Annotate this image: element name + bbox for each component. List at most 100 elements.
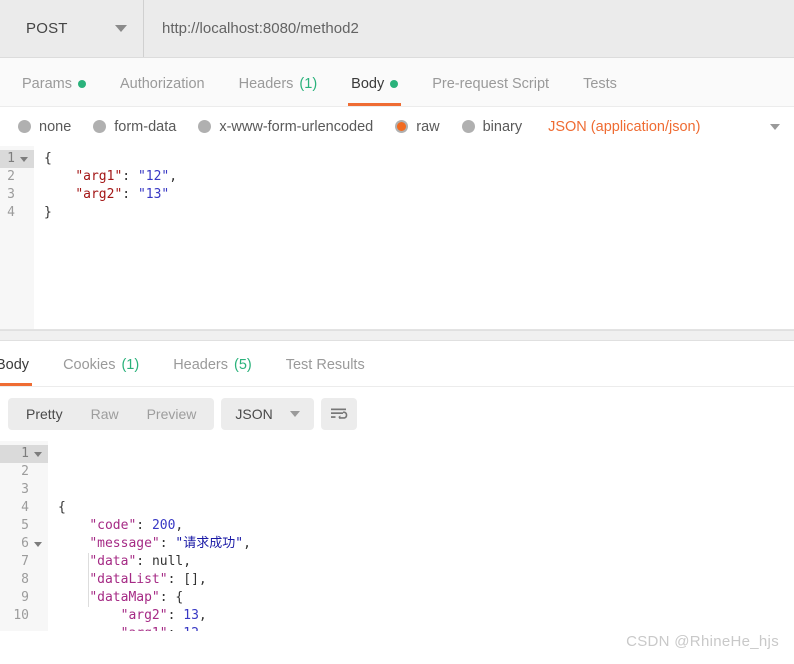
radio-icon bbox=[93, 120, 107, 133]
tab-body[interactable]: Body bbox=[334, 76, 415, 106]
tab-authorization[interactable]: Authorization bbox=[103, 76, 222, 106]
chevron-down-icon bbox=[289, 411, 300, 417]
line-number: 4 bbox=[0, 204, 34, 222]
response-tab-body-label: Body bbox=[0, 357, 30, 373]
code-line: "arg1": 12 bbox=[58, 625, 794, 631]
code-token: 13 bbox=[183, 608, 199, 623]
word-wrap-icon bbox=[330, 408, 348, 419]
request-tab-bar: Params Authorization Headers (1) Body Pr… bbox=[0, 58, 794, 107]
response-tab-body[interactable]: Body bbox=[0, 357, 46, 386]
line-number-label: 4 bbox=[7, 205, 15, 220]
request-url-bar: POST http://localhost:8080/method2 bbox=[0, 0, 794, 58]
code-token: : bbox=[159, 536, 176, 551]
code-token: { bbox=[58, 500, 66, 515]
line-number-label: 6 bbox=[21, 536, 29, 551]
code-token: : bbox=[122, 169, 138, 184]
fold-triangle-icon[interactable] bbox=[20, 156, 28, 162]
line-number-label: 9 bbox=[21, 590, 29, 605]
unsaved-dot-icon bbox=[77, 80, 86, 88]
body-type-raw[interactable]: raw bbox=[395, 118, 440, 135]
radio-checked-icon bbox=[395, 120, 409, 133]
body-type-binary[interactable]: binary bbox=[461, 118, 523, 135]
body-type-urlencoded[interactable]: x-www-form-urlencoded bbox=[198, 119, 373, 135]
http-method-select[interactable]: POST bbox=[0, 0, 144, 57]
http-method-label: POST bbox=[26, 20, 68, 37]
view-mode-pretty[interactable]: Pretty bbox=[12, 398, 77, 430]
response-format-label: JSON bbox=[235, 406, 273, 422]
code-token: "13" bbox=[137, 187, 170, 202]
tab-headers-label: Headers bbox=[238, 76, 294, 92]
body-type-none[interactable]: none bbox=[18, 119, 71, 135]
view-mode-preview[interactable]: Preview bbox=[133, 398, 211, 430]
tab-headers[interactable]: Headers (1) bbox=[222, 76, 335, 106]
body-type-raw-label: raw bbox=[416, 118, 440, 135]
response-tab-test-results[interactable]: Test Results bbox=[269, 357, 382, 386]
word-wrap-button[interactable] bbox=[320, 398, 357, 430]
response-tab-test-results-label: Test Results bbox=[285, 357, 365, 373]
code-line: "data": null, bbox=[58, 553, 794, 571]
response-tab-headers[interactable]: Headers (5) bbox=[156, 357, 269, 386]
body-type-form-data[interactable]: form-data bbox=[93, 119, 176, 135]
line-number: 1 bbox=[0, 150, 34, 168]
request-editor-code[interactable]: { "arg1": "12", "arg2": "13"} bbox=[34, 146, 794, 329]
code-line: "dataList": [], bbox=[58, 571, 794, 589]
code-token: "dataMap" bbox=[89, 590, 160, 605]
code-token: : bbox=[122, 187, 138, 202]
code-line: "arg1": "12", bbox=[44, 168, 794, 186]
code-line: "message": "请求成功", bbox=[58, 535, 794, 553]
body-type-binary-label: binary bbox=[482, 118, 523, 135]
code-token: "dataList" bbox=[89, 572, 168, 587]
line-number: 7 bbox=[0, 553, 48, 571]
fold-triangle-icon[interactable] bbox=[34, 541, 42, 547]
request-url-input[interactable]: http://localhost:8080/method2 bbox=[144, 0, 794, 57]
code-token: "data" bbox=[89, 554, 137, 569]
radio-icon bbox=[461, 120, 475, 133]
line-number: 5 bbox=[0, 517, 48, 535]
tab-pre-request-script[interactable]: Pre-request Script bbox=[415, 76, 566, 106]
response-body-editor[interactable]: 1 2 3 4 5 6 7 8 9 10 { "code": 200, "message": "请… bbox=[0, 441, 794, 631]
line-number-label: 1 bbox=[7, 151, 15, 166]
code-line: { bbox=[48, 499, 794, 517]
response-tab-headers-count: (5) bbox=[234, 357, 252, 373]
code-token: { bbox=[44, 151, 52, 166]
line-number-label: 5 bbox=[21, 518, 29, 533]
tab-authorization-label: Authorization bbox=[119, 76, 205, 92]
code-token: 12 bbox=[183, 626, 199, 631]
fold-triangle-icon[interactable] bbox=[34, 451, 42, 457]
chevron-down-icon[interactable] bbox=[770, 123, 780, 130]
line-number: 3 bbox=[0, 481, 48, 499]
line-number-label: 4 bbox=[21, 500, 29, 515]
line-number-label: 3 bbox=[7, 187, 15, 202]
chevron-down-icon bbox=[115, 25, 127, 32]
request-body-editor[interactable]: 1 2 3 4 { "arg1": "12", "arg2": "13"} bbox=[0, 146, 794, 330]
response-tab-cookies[interactable]: Cookies (1) bbox=[46, 357, 156, 386]
response-tab-cookies-count: (1) bbox=[121, 357, 140, 373]
tab-params-label: Params bbox=[22, 76, 72, 92]
line-number-label: 10 bbox=[13, 608, 29, 623]
request-editor-gutter: 1 2 3 4 bbox=[0, 146, 34, 329]
unsaved-dot-icon bbox=[390, 80, 399, 88]
code-token: "arg1" bbox=[121, 626, 168, 631]
response-view-mode-group: Pretty Raw Preview bbox=[8, 398, 215, 430]
code-token: "arg1" bbox=[75, 169, 123, 184]
pane-split-divider[interactable] bbox=[0, 330, 794, 341]
code-token: { bbox=[175, 590, 184, 605]
response-format-select[interactable]: JSON bbox=[221, 398, 314, 430]
code-token: , bbox=[198, 572, 207, 587]
content-type-select[interactable]: JSON (application/json) bbox=[548, 119, 700, 135]
code-token: : bbox=[167, 608, 184, 623]
line-number-label: 2 bbox=[21, 464, 29, 479]
code-token: [] bbox=[183, 572, 199, 587]
view-mode-raw[interactable]: Raw bbox=[77, 398, 133, 430]
tab-tests[interactable]: Tests bbox=[566, 76, 634, 106]
response-editor-code[interactable]: { "code": 200, "message": "请求成功", "data"… bbox=[48, 441, 794, 631]
code-token: : bbox=[159, 590, 176, 605]
line-number: 9 bbox=[0, 589, 48, 607]
code-token: , bbox=[243, 536, 251, 551]
tab-params[interactable]: Params bbox=[5, 76, 103, 106]
